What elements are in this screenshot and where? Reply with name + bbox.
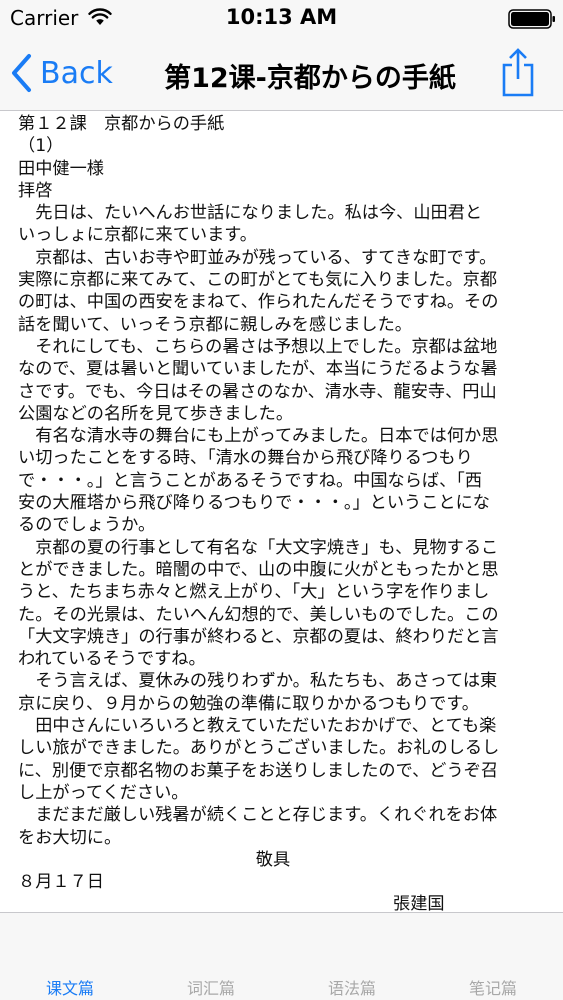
date-text: ８月１７日 <box>18 872 104 893</box>
text-line: まだまだ厳しい残暑が続くことと存じます。くれぐれをお体 <box>18 805 498 826</box>
text-line: 京都は、古いお寺や町並みが残っている、すてきな町です。 <box>18 247 497 268</box>
text-line: さです。でも、今日はその暑さのなか、清水寺、龍安寺、円山 <box>18 381 497 402</box>
text-line: われているそうですね。 <box>18 649 206 670</box>
text-line: 田中さんにいろいろと教えていただいたおかげで、とても楽 <box>18 716 497 737</box>
text-line: に、別便で京都名物のお菓子をお送りしましたので、どうぞ召 <box>18 760 499 781</box>
text-line: 京に戻り、９月からの勉強の準備に取りかかるつもりです。 <box>18 693 479 714</box>
text-line: 先日は、たいへんお世話になりました。私は今、山田君と <box>18 203 483 224</box>
text-line: 公園などの名所を見て歩きました。 <box>18 403 294 424</box>
text-line: いっしょに京都に来ています。 <box>18 225 257 246</box>
text-line: それにしても、こちらの暑さは予想以上でした。京都は盆地 <box>18 336 498 357</box>
text-line: 京都の夏の行事として有名な「大文字焼き」も、見物するこ <box>18 537 499 558</box>
text-line: 拝啓 <box>18 180 53 201</box>
closing-text: 敬具 <box>255 849 291 870</box>
text-line: をお大切に。 <box>18 827 122 848</box>
tab-grammar[interactable]: 语法篇 <box>282 975 422 999</box>
text-line: うと、たちまち赤々と燃え上がり、「大」という字を作りまし <box>18 582 490 603</box>
back-label: Back <box>40 55 113 91</box>
chevron-left-icon <box>12 54 31 92</box>
text-line: い切ったことをする時、「清水の舞台から飛び降りるつもり <box>18 448 473 469</box>
text-line: た。その光景は、たいへん幻想的で、美しいものでした。この <box>18 604 499 625</box>
navigation-bar: Back 第12课-京都からの手紙 <box>0 38 563 111</box>
back-button[interactable]: Back <box>10 51 113 95</box>
status-bar: Carrier 10:13 AM <box>0 0 563 38</box>
lesson-text[interactable]: 第１２課 京都からの手紙 （1） 田中健一様 拝啓 先日は、たいへんお世話になりました… <box>18 113 558 913</box>
tab-lesson-text[interactable]: 课文篇 <box>0 975 140 999</box>
text-line: 有名な清水寺の舞台にも上がってみました。日本では何か思 <box>18 426 499 447</box>
text-line: るのでしょうか。 <box>18 515 156 536</box>
text-line: 話を聞いて、いっそう京都に親しみを感じました。 <box>18 314 412 335</box>
text-line: しい旅ができました。ありがとうございました。お礼のしるし <box>18 738 500 759</box>
text-line: 「大文字焼き」の行事が終わると、京都の夏は、終わりだと言 <box>18 626 499 647</box>
tab-notes[interactable]: 笔记篇 <box>423 975 563 999</box>
text-line: とができました。暗闇の中で、山の中腹に火がともったかと思 <box>18 559 499 580</box>
text-line: （1） <box>18 136 64 157</box>
text-line: そう言えば、夏休みの残りわずか。私たちも、あさっては東 <box>18 671 498 692</box>
text-line: で・・・。」と言うことがあるそうですね。中国ならば、「西 <box>18 470 483 491</box>
text-line: し上がってください。 <box>18 782 189 803</box>
app-screen: Carrier 10:13 AM Back 第12课-京都からの手紙 第１２課 … <box>0 0 563 1000</box>
status-time: 10:13 AM <box>225 5 338 29</box>
text-line: 第１２課 京都からの手紙 <box>18 114 225 134</box>
tab-bar: 课文篇 词汇篇 语法篇 笔记篇 <box>0 912 563 1000</box>
share-icon[interactable] <box>498 47 538 99</box>
tab-vocabulary[interactable]: 词汇篇 <box>141 975 281 999</box>
text-line: 実際に京都に来てみて、この町がとても気に入りました。京都 <box>18 270 498 291</box>
text-line: 田中健一様 <box>18 158 104 179</box>
page-title: 第12课-京都からの手紙 <box>164 63 456 94</box>
text-line: の町は、中国の西安をまねて、作られたんだそうですね。その <box>18 292 499 313</box>
text-line: なので、夏は暑いと聞いていましたが、本当にうだるような暑 <box>18 359 498 380</box>
battery-icon <box>508 9 555 29</box>
text-line: 安の大雁塔から飛び降りるつもりで・・・。」ということにな <box>18 493 490 514</box>
text-lines: 第１２課 京都からの手紙 （1） 田中健一様 拝啓 先日は、たいへんお世話になりました… <box>18 113 558 849</box>
sender-name: 張建国 <box>393 894 445 913</box>
